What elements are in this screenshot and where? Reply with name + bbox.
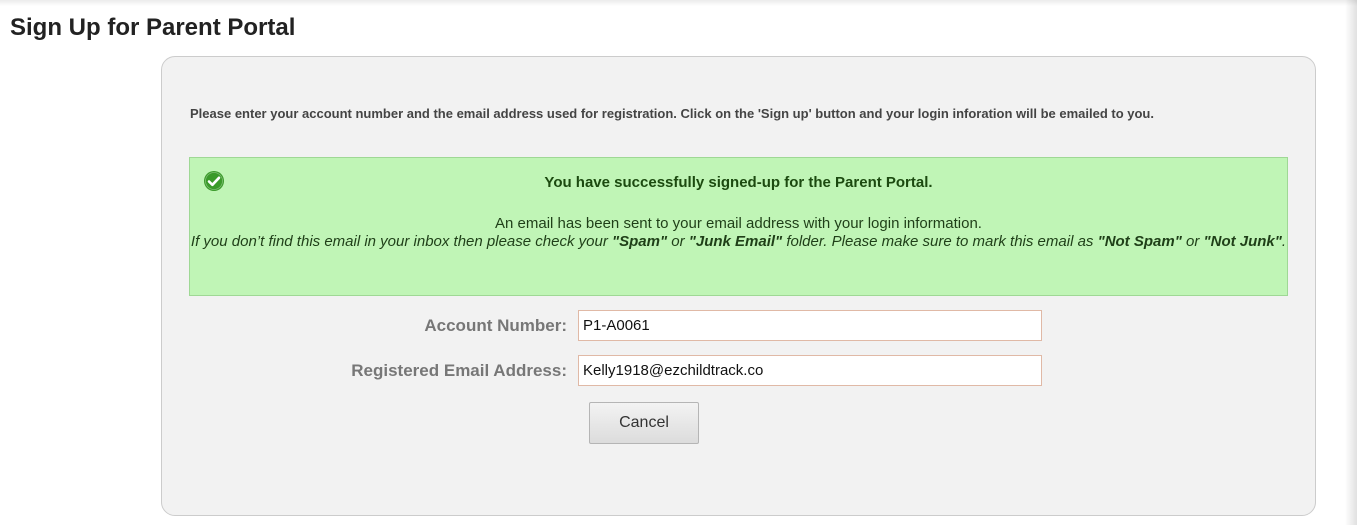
page-title: Sign Up for Parent Portal xyxy=(10,14,296,41)
top-shadow xyxy=(0,0,1357,6)
or-text: or xyxy=(1181,233,1204,250)
email-label: Registered Email Address: xyxy=(351,361,567,380)
success-line-2-prefix: If you don’t find this email in your inb… xyxy=(190,233,612,250)
email-field[interactable] xyxy=(578,355,1042,386)
success-line-1: An email has been sent to your email add… xyxy=(495,215,982,232)
period-text: . xyxy=(1281,233,1287,250)
success-message: You have successfully signed-up for the … xyxy=(189,157,1288,296)
account-number-row: Account Number: xyxy=(162,310,1317,342)
junk-email-label: "Junk Email" xyxy=(688,233,783,250)
success-body: An email has been sent to your email add… xyxy=(190,215,1287,251)
not-spam-label: "Not Spam" xyxy=(1097,233,1182,250)
success-title: You have successfully signed-up for the … xyxy=(544,174,933,191)
spam-label: "Spam" xyxy=(611,233,668,250)
instructions-text: Please enter your account number and the… xyxy=(190,106,1154,121)
email-row: Registered Email Address: xyxy=(162,355,1317,387)
sign-up-panel: Please enter your account number and the… xyxy=(161,56,1316,516)
or-text: or xyxy=(667,233,689,250)
success-line-2: If you don’t find this email in your inb… xyxy=(190,233,1287,251)
account-number-field[interactable] xyxy=(578,310,1042,341)
sign-up-page: Sign Up for Parent Portal Please enter y… xyxy=(0,0,1357,525)
account-number-label: Account Number: xyxy=(424,316,567,335)
edge-shadow xyxy=(1345,0,1357,525)
not-junk-label: "Not Junk" xyxy=(1203,233,1282,250)
cancel-button[interactable]: Cancel xyxy=(589,402,699,444)
success-line-2-mid: folder. Please make sure to mark this em… xyxy=(782,233,1098,250)
